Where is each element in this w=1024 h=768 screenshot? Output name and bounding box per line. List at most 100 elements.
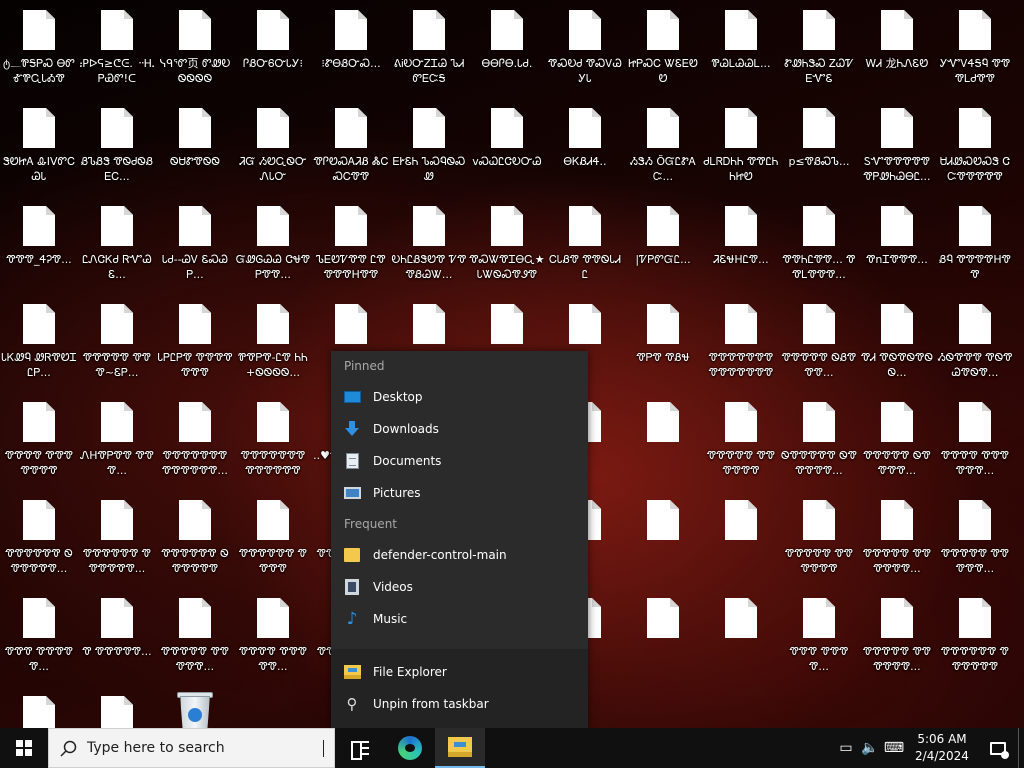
desktop-file[interactable]: ᏰᏄ ᏡᏡᏡᏡHᏡᏡ [936,198,1014,296]
show-desktop-button[interactable] [1018,728,1024,768]
desktop-file[interactable]: ᏈᏡᏢᏡ-ᏝᏡ ᏂᏂ+ᏫᏫᏫᏫ... [234,296,312,394]
desktop-file[interactable]: ᏕᏬᏥᎪ ᎲIVᏛᏟᏊᏓ [0,100,78,198]
desktop-file[interactable]: p≤ᏡᏰᏍᏖ... [780,100,858,198]
desktop-file[interactable]: ᏡᏡᏡᏡᏡ ᏡᏡᏡᏡᏡᏡ [780,492,858,590]
file-icon [569,108,601,148]
desktop-file[interactable]: ᏡᏡᏡ ᏡᏡᏡᏡ... [780,590,858,688]
desktop-file[interactable]: ᏡnᏆᏡᏡᏡ... [858,198,936,296]
desktop-file[interactable]: ᎬᎨᏋᏂ ᏖᏍᏄᏫᏍᏪ [390,100,468,198]
jump-item-defender-control-main[interactable]: defender-control-main [331,539,588,571]
file-icon [959,304,991,344]
desktop-file[interactable]: ᏘᏋᏠHᏝᏡ... [702,198,780,296]
desktop-file[interactable]: ᏡᎵᏬᏍᎪᏘᏰ ᏜᏟᏍᏟᏡᏡ [312,100,390,198]
desktop-file[interactable]: vᏍᏇᏝᏣᎧᏅᏊ [468,100,546,198]
desktop-file[interactable]: ᏡᏡᏂᏝᏡᏡ... ᏡᏡᏞᏡᏡᏡ... [780,198,858,296]
notifications-button[interactable] [978,728,1018,768]
desktop-file[interactable]: ᏘᏳ ᏱᏬᏩᏫᏅᏁᏓᏅ [234,100,312,198]
desktop-file[interactable]: ᕕᎥᎧᏅᏃᏆᏊ ᏖᏗᏛᎬᏨᎦ [390,2,468,100]
desktop-file[interactable]: ᏡᏡᏡᏡᏡ ᏡᏡᏡ~ᏋᏢ... [78,296,156,394]
desktop-file[interactable]: ᏥᏢᏍᏟ ᏔᏋᎬᏬᏬ [624,2,702,100]
desktop-file[interactable] [624,590,702,688]
desktop-file[interactable]: ᏫᏌᏑᏡᏫᏫ [156,100,234,198]
desktop-file[interactable]: ᏡᏍᎧᏧ ᏡᏍᏙᏊᎩᏓ [546,2,624,100]
desktop-file[interactable]: ᓭᑫᕐᏛ页 ᏛᏪᎧᏫᏫᏫᏫ [156,2,234,100]
keyboard-icon[interactable]: ⌨ [882,728,906,768]
desktop-file[interactable]: ᏡᏡᏡᏡᏡᏡᏡ ᏡᏡᏡᏡᏡᏡ [234,394,312,492]
desktop-file[interactable]: ᏡᏡᏡᏡᏡᏡ ᏫᏡᏡᏡᏡᏡ... [0,492,78,590]
desktop-file[interactable]: ᏡᏡᏡᏡᏡ ᏡᏡᏡᏡᏡ... [936,492,1014,590]
desktop-file[interactable]: ᏝᏁᏣᏦᏧ ᏒᏉᏊᏋ... [78,198,156,296]
desktop-file[interactable]: ᏡᏡᏡᏡ ᏡᏡᏡᏡᏡ... [234,590,312,688]
unpin-from-taskbar[interactable]: ⚲ Unpin from taskbar [331,688,588,720]
desktop-file[interactable]: ᏳᏪᎶᏊᏊ ᏣᏠᏡᏢᏡᏡ... [234,198,312,296]
desktop-file[interactable]: ᏡᏡᏡᏡᏡᏡ ᏡᏡᏡᏡ [234,492,312,590]
file-icon [257,108,289,148]
desktop-file[interactable] [624,394,702,492]
desktop-file[interactable]: ᏡᏡᏡᏡᏡ ᏫᏡᏡᏡᏡ... [858,394,936,492]
desktop-file[interactable]: ⁝ᏑᎾᏰᏅᏍ... [312,2,390,100]
desktop-file[interactable] [624,492,702,590]
jump-item-pictures[interactable]: Pictures [331,477,588,509]
jump-item-desktop[interactable]: Desktop [331,381,588,413]
desktop-file[interactable]: ᏡᏡᏡ_ᏎᎮᏡ... [0,198,78,296]
desktop-file[interactable]: ᎾᎾᎵᎾ.ᏓᏧ. [468,2,546,100]
file-explorer-taskbar-button[interactable] [435,728,485,768]
desktop-file[interactable]: ᏡᏡᏡᏡ ᏡᏡᏡᏡᏡᏡᏡ [0,394,78,492]
desktop-file[interactable]: ᏚᏉᏡᏡᏡᏡᏡ ᏡᏢᏪᏂᏊᎾᏝ... [858,100,936,198]
desktop-file-label: ᎾᏦᏰᏗᏎ.. [563,155,607,168]
desktop-file[interactable]: ᏓᏢᏝᏢᏡ ᏡᏡᏡᏡᏡᏡᏡ [156,296,234,394]
desktop-file[interactable]: ტ᎗ᏈᎦᏢᏍ ᎾᏛᎹᏈᏩᏓᎣᏡ [0,2,78,100]
desktop-file[interactable]: ᏓᏦᏪᏄ ᏪᏒᏡᏬᏆᏝᏢ... [0,296,78,394]
desktop-file[interactable]: ᏓᏧ--ᏊᏙ ᏋᏍᏊᏢ... [156,198,234,296]
jump-item-videos[interactable]: Videos [331,571,588,603]
desktop-file[interactable]: ᏡᏡᏡᏡᏡ ᏡᏡᏡᏡᏡᏡ... [858,492,936,590]
jump-item-downloads[interactable]: Downloads [331,413,588,445]
desktop-file[interactable]: ᎾᏦᏰᏗᏎ.. [546,100,624,198]
file-icon [881,304,913,344]
desktop-file[interactable]: ᏈᏊᏞᏊᏊᏞ... [702,2,780,100]
desktop-file[interactable]: ᏑᏪᏂᏕᏍ ᏃᏇᏤᎬᏉᏋ [780,2,858,100]
desktop-file[interactable]: ᎧᏂᏝᏰᏕᏬᏡ ᏤᏡᏡᏰᏊᏔ... [390,198,468,296]
jump-item-music[interactable]: ♪ Music [331,603,588,635]
desktop-file[interactable]: ᏡᏡᏡᏡᏡ ᏡᏡᏡᏡᏡ... [156,590,234,688]
desktop-file[interactable]: ᏡᏢᏡ ᏡᏰᏠ [624,296,702,394]
desktop-file[interactable]: ᏧᏞᏒᎠᏂᏂ ᏡᏡᏝᏂᏂᏥᏬ [702,100,780,198]
desktop-file[interactable]: ᏁHᏡᏢᏡᏡ ᏡᏡᏡ... [78,394,156,492]
desktop-file[interactable]: ᎓Pᐅᕋ≥ᕦᕮ. ᠃H᎐ᏢᏯᏛ!ᑕ [78,2,156,100]
desktop-file[interactable]: ᏰᏖᏰᏕ ᏡᏫᏧᏫᏰᎬᏟ... [78,100,156,198]
desktop-file[interactable]: ᏡᏡᏡᏡᏡᏡᏡ ᏡᏡᏡᏡᏡᏡ... [156,394,234,492]
task-view-button[interactable] [335,728,385,768]
desktop-file[interactable] [702,492,780,590]
clock[interactable]: 5:06 AM 2/4/2024 [906,731,978,765]
desktop-file[interactable]: ᏡᏡᏡᏡᏡ ᏡᏡᏡᏡᏡᏡ... [858,590,936,688]
desktop-file[interactable]: ᎳᏗ 龙ᏂᏁᏋᏬ [858,2,936,100]
desktop-file[interactable]: Ꮱ ᏡᏡᏡᏡᏡ... [78,590,156,688]
open-file-explorer[interactable]: File Explorer [331,656,588,688]
start-button[interactable] [0,728,48,768]
volume-muted-icon[interactable]: 🔈 [858,728,882,768]
desktop-file[interactable]: ᏡᏡᏡᏡᏡᏡᏡ ᏡᏡᏡᏡᏡᏡᏡ [702,296,780,394]
desktop-file[interactable] [702,590,780,688]
desktop-file[interactable]: ᏡᏡᏡᏡᏡᏡ ᏫᏡᏡᏡᏡᏡ [156,492,234,590]
search-box[interactable]: Type here to search [48,728,335,768]
jump-item-documents[interactable]: Documents [331,445,588,477]
desktop-file[interactable]: ᏌᏗᏪᏍᏬᏍᏕ ᏣᏨᏡᏡᏡᏡᏡ [936,100,1014,198]
desktop-file[interactable]: ᏱᏕᏱ ÕᏳᏝᏑᎪᏨ... [624,100,702,198]
desktop-file[interactable]: ᏫᏡᏡᏡᏡᏡ ᏫᏡᏡᏡᏡᏡ... [780,394,858,492]
desktop-file[interactable]: ᏡᏍᏔᏡᏆᎾᏩ★ ᏓᏔᏫᏍᏡᏭᏡ [468,198,546,296]
edge-button[interactable] [385,728,435,768]
desktop-file[interactable]: ᏟᏓᏰᏡ ᏡᏡᏫᏓᏗᏝ [546,198,624,296]
desktop-file[interactable]: ᏡᏡᏡᏡᏡ ᏫᏰᏡᏡᏡ... [780,296,858,394]
desktop-file[interactable]: ᏡᏡᏡ ᏡᏡᏡᏡᏡ... [0,590,78,688]
desktop-file[interactable]: ᏖᎬᏬᏤᏡᏡ ᏝᏡᏡᏡᏡHᏡᏡ [312,198,390,296]
desktop-file[interactable]: ᏡᏗ ᏡᏫᏡᏫᏡᏫᏫ... [858,296,936,394]
desktop-file[interactable]: ᏱᏫᏡᏡᏡ ᏡᏫᏡᏊᏡᏫᏡ... [936,296,1014,394]
desktop-file[interactable]: |ᏤᏢᏛᏳᏝ... [624,198,702,296]
desktop-file[interactable]: ᎩᏉᏙᏎᎦᏄ ᏡᏡᏡᏞᏧᏡᏡ [936,2,1014,100]
desktop-file[interactable]: ᏡᏡᏡᏡᏡᏡ ᏡᏡᏡᏡᏡᏡ... [78,492,156,590]
desktop-file[interactable]: ᏡᏡᏡᏡ ᏡᏡᏡᏡᏡᏡ... [936,394,1014,492]
desktop-file[interactable]: ᏡᏡᏡᏡᏡᏡ ᏡᏡᏡᏡᏡᏡ [936,590,1014,688]
network-icon[interactable]: ▭ [834,728,858,768]
desktop-file[interactable]: ᏡᏡᏡᏡᏡ ᏡᏡᏡᏡᏡᏡ [702,394,780,492]
desktop-file[interactable]: ᎵᏰᏅᏮᏅᏓᎩ⁝ [234,2,312,100]
